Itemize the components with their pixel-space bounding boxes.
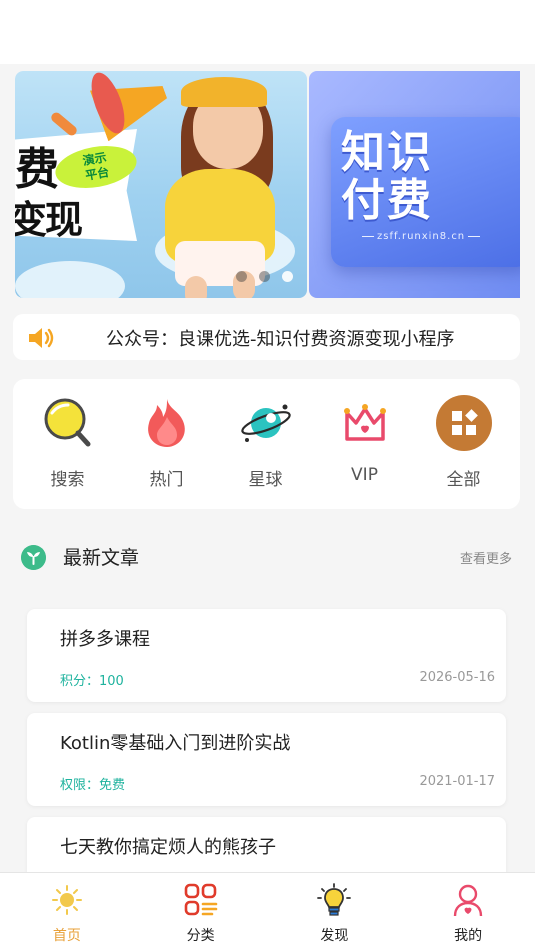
tab-label: 我的 [454, 928, 483, 944]
quicknav-vip[interactable]: VIP [315, 379, 414, 509]
tab-home[interactable]: 首页 [0, 873, 134, 946]
girl-leg [185, 276, 207, 298]
carousel-indicator [236, 271, 293, 282]
home-sun-icon [51, 885, 82, 915]
banner2-title-line1: 知识 [341, 127, 433, 178]
tab-label: 首页 [52, 928, 81, 944]
article-card[interactable]: Kotlin零基础入门到进阶实战 权限：免费 2021-01-17 [27, 713, 506, 806]
quicknav-label: 搜索 [50, 470, 85, 490]
tab-label: 发现 [320, 928, 349, 944]
lightbulb-icon [317, 883, 352, 916]
quicknav-hot[interactable]: 热门 [117, 379, 216, 509]
quicknav-planet[interactable]: 星球 [216, 379, 315, 509]
user-icon [453, 884, 483, 917]
crown-icon [343, 404, 386, 441]
grid-icon [435, 395, 492, 451]
quicknav-all[interactable]: 全部 [414, 379, 513, 509]
article-date: 2026-05-16 [419, 670, 495, 685]
carousel-dot[interactable] [236, 271, 247, 282]
banner2-url: zsff.runxin8.cn [359, 231, 483, 242]
article-card[interactable]: 拼多多课程 积分：100 2026-05-16 [27, 609, 506, 702]
sprout-icon [21, 545, 46, 570]
latest-articles-header: 最新文章 查看更多 [0, 535, 535, 577]
article-title: 七天教你搞定烦人的熊孩子 [60, 837, 276, 858]
girl-cap [181, 77, 267, 107]
quicknav-label: 星球 [248, 470, 283, 490]
banner-title-line1: 费 [15, 144, 59, 195]
carousel-dot[interactable] [259, 271, 270, 282]
article-title: Kotlin零基础入门到进阶实战 [60, 733, 291, 754]
fire-icon [147, 399, 185, 447]
tab-mine[interactable]: 我的 [401, 873, 535, 946]
bottom-tab-bar: 首页 分类 发现 我的 [0, 872, 535, 946]
tab-label: 分类 [186, 928, 215, 944]
banner-slide-promo[interactable]: 费 变现 演示 平台 [15, 71, 307, 298]
section-title: 最新文章 [63, 547, 140, 569]
article-meta: 权限：免费 [60, 778, 126, 793]
quicknav-label: 热门 [149, 470, 184, 490]
tab-discover[interactable]: 发现 [268, 873, 402, 946]
quicknav-search[interactable]: 搜索 [18, 379, 117, 509]
view-more-link[interactable]: 查看更多 [460, 548, 512, 567]
notice-text: 公众号：良课优选-知识付费资源变现小程序 [106, 329, 455, 350]
banner2-title: 知识 付费 [341, 129, 433, 225]
article-date: 2021-01-17 [419, 774, 495, 789]
quicknav-label: VIP [351, 465, 378, 485]
banner2-title-line2: 付费 [341, 175, 433, 226]
banner-title-line2: 变现 [15, 198, 83, 242]
cloud-decoration [15, 261, 125, 298]
search-icon [44, 398, 90, 447]
speaker-icon [29, 328, 54, 348]
banner-tag-line2: 平台 [84, 164, 111, 183]
banner-carousel[interactable]: 费 变现 演示 平台 知识 付费 zsff.runxin8.cn [15, 71, 520, 298]
status-bar [0, 0, 535, 64]
quick-nav: 搜索 热门 星球 VIP 全部 [13, 379, 520, 509]
banner-slide-knowledge[interactable]: 知识 付费 zsff.runxin8.cn [309, 71, 520, 298]
notice-bar[interactable]: 公众号：良课优选-知识付费资源变现小程序 [13, 314, 520, 360]
article-meta: 积分：100 [60, 674, 124, 689]
tab-category[interactable]: 分类 [134, 873, 268, 946]
planet-icon [240, 404, 291, 442]
article-title: 拼多多课程 [60, 629, 150, 650]
carousel-dot-active[interactable] [282, 271, 293, 282]
quicknav-label: 全部 [446, 470, 481, 490]
category-icon [184, 883, 217, 916]
